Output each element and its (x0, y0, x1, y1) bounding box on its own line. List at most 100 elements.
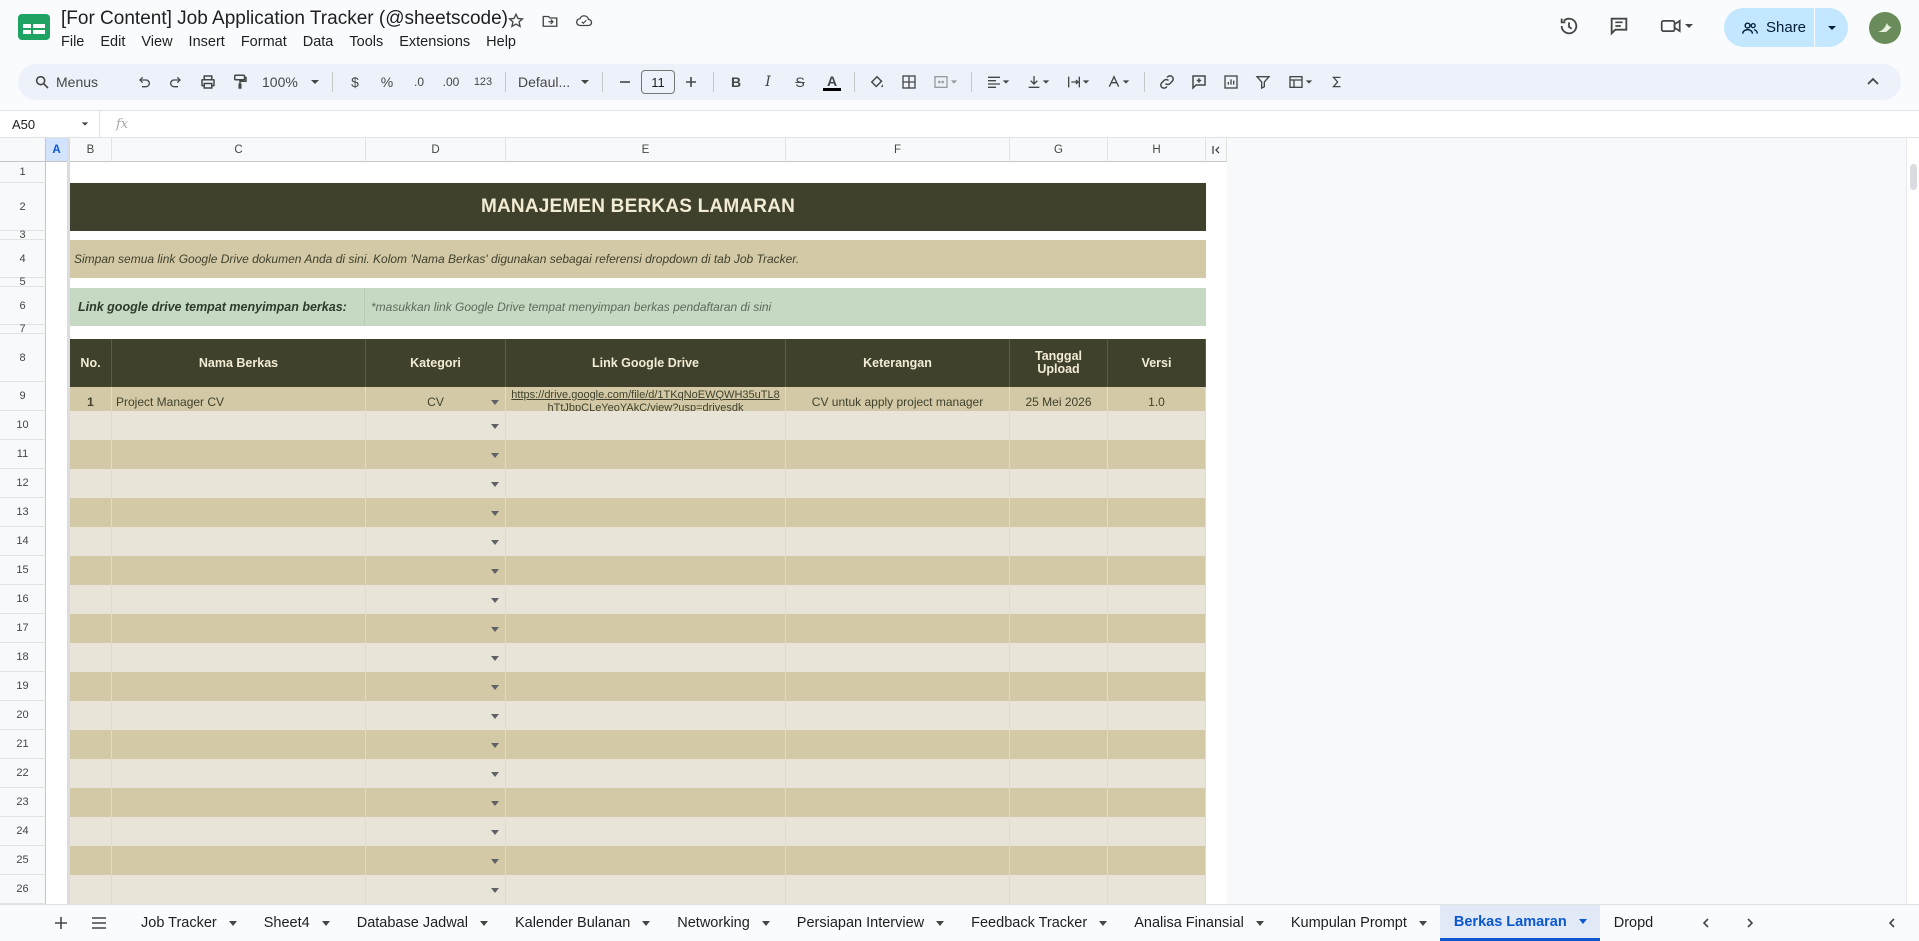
table-cell[interactable] (506, 527, 786, 556)
menu-edit[interactable]: Edit (100, 34, 131, 50)
move-folder-icon[interactable] (539, 10, 561, 32)
dropdown-arrow-icon[interactable] (491, 597, 499, 603)
table-cell[interactable] (70, 846, 112, 875)
row-header-3[interactable]: 3 (0, 229, 46, 241)
dropdown-arrow-icon[interactable] (491, 481, 499, 487)
table-cell[interactable] (70, 411, 112, 440)
table-cell[interactable] (506, 759, 786, 788)
table-cell[interactable] (366, 585, 506, 614)
dropdown-arrow-icon[interactable] (491, 829, 499, 835)
table-cell[interactable] (786, 730, 1010, 759)
row-header-1[interactable]: 1 (0, 162, 46, 183)
table-cell[interactable] (1108, 730, 1206, 759)
table-cell[interactable] (1108, 527, 1206, 556)
tab-database-jadwal[interactable]: Database Jadwal (343, 905, 501, 941)
avatar[interactable] (1869, 12, 1901, 44)
filter-icon[interactable] (1249, 68, 1277, 96)
meet-video-icon[interactable] (1653, 10, 1701, 42)
tab-dropdown[interactable]: Dropd (1600, 905, 1667, 941)
row-header-14[interactable]: 14 (0, 527, 46, 556)
table-cell[interactable] (112, 556, 366, 585)
merge-cells-icon[interactable] (927, 68, 963, 96)
menu-file[interactable]: File (61, 34, 90, 50)
table-cell[interactable] (112, 846, 366, 875)
insert-chart-icon[interactable] (1217, 68, 1245, 96)
table-cell[interactable] (1108, 759, 1206, 788)
menu-format[interactable]: Format (241, 34, 293, 50)
table-cell[interactable] (1108, 469, 1206, 498)
row-header-16[interactable]: 16 (0, 585, 46, 614)
table-cell[interactable] (1010, 788, 1108, 817)
table-cell[interactable] (112, 817, 366, 846)
table-cell[interactable] (112, 759, 366, 788)
table-cell[interactable] (786, 817, 1010, 846)
table-cell[interactable] (506, 585, 786, 614)
currency-format-button[interactable]: $ (341, 68, 369, 96)
table-cell[interactable] (786, 846, 1010, 875)
document-title[interactable]: [For Content] Job Application Tracker (@… (61, 8, 508, 30)
sheets-logo-icon[interactable] (18, 14, 50, 40)
table-cell[interactable] (366, 527, 506, 556)
undo-icon[interactable] (130, 68, 158, 96)
table-cell[interactable] (506, 846, 786, 875)
tab-scroll-left-icon[interactable] (1700, 905, 1712, 941)
dropdown-arrow-icon[interactable] (491, 858, 499, 864)
borders-icon[interactable] (895, 68, 923, 96)
table-cell[interactable] (112, 730, 366, 759)
row-header-4[interactable]: 4 (0, 240, 46, 278)
table-cell[interactable] (366, 730, 506, 759)
tab-job-tracker[interactable]: Job Tracker (127, 905, 250, 941)
row-header-2[interactable]: 2 (0, 183, 46, 231)
row-header-10[interactable]: 10 (0, 411, 46, 440)
tab-persiapan-interview[interactable]: Persiapan Interview (783, 905, 957, 941)
table-cell[interactable] (786, 759, 1010, 788)
table-cell[interactable] (506, 672, 786, 701)
italic-button[interactable]: I (754, 68, 782, 96)
table-cell[interactable] (70, 788, 112, 817)
font-size-decrease-icon[interactable] (611, 68, 639, 96)
filter-views-icon[interactable] (1281, 68, 1319, 96)
column-header-f[interactable]: F (786, 138, 1010, 162)
table-cell[interactable] (786, 701, 1010, 730)
redo-icon[interactable] (162, 68, 190, 96)
row-header-5[interactable]: 5 (0, 276, 46, 288)
increase-decimal-button[interactable]: .00 (437, 68, 465, 96)
strikethrough-button[interactable]: S (786, 68, 814, 96)
menu-search[interactable]: Menus (28, 69, 128, 95)
formula-input[interactable] (128, 111, 1919, 137)
table-cell[interactable] (70, 730, 112, 759)
fill-color-icon[interactable] (863, 68, 891, 96)
table-cell[interactable] (1108, 846, 1206, 875)
menu-view[interactable]: View (141, 34, 178, 50)
table-cell[interactable] (366, 701, 506, 730)
tab-scroll-right-icon[interactable] (1744, 905, 1756, 941)
row-header-18[interactable]: 18 (0, 643, 46, 672)
row-header-6[interactable]: 6 (0, 287, 46, 325)
table-cell[interactable] (366, 846, 506, 875)
functions-sigma-icon[interactable] (1323, 68, 1351, 96)
dropdown-arrow-icon[interactable] (491, 684, 499, 690)
table-cell[interactable] (1108, 614, 1206, 643)
drive-link-input[interactable]: *masukkan link Google Drive tempat menyi… (364, 288, 771, 326)
print-icon[interactable] (194, 68, 222, 96)
dropdown-arrow-icon[interactable] (491, 887, 499, 893)
column-header-g[interactable]: G (1010, 138, 1108, 162)
tab-berkas-lamaran[interactable]: Berkas Lamaran (1439, 905, 1600, 941)
row-header-24[interactable]: 24 (0, 817, 46, 846)
table-cell[interactable] (506, 730, 786, 759)
menu-tools[interactable]: Tools (349, 34, 389, 50)
dropdown-arrow-icon[interactable] (491, 771, 499, 777)
vertical-scrollbar[interactable] (1906, 138, 1919, 904)
column-header-h[interactable]: H (1108, 138, 1206, 162)
dropdown-arrow-icon[interactable] (491, 626, 499, 632)
table-cell[interactable] (506, 440, 786, 469)
table-cell[interactable] (1010, 440, 1108, 469)
dropdown-arrow-icon[interactable] (491, 568, 499, 574)
cloud-saved-icon[interactable] (573, 10, 595, 32)
table-cell[interactable] (112, 585, 366, 614)
row-header-8[interactable]: 8 (0, 334, 46, 382)
menu-extensions[interactable]: Extensions (399, 34, 476, 50)
table-cell[interactable] (1108, 498, 1206, 527)
dropdown-arrow-icon[interactable] (491, 713, 499, 719)
row-header-17[interactable]: 17 (0, 614, 46, 643)
